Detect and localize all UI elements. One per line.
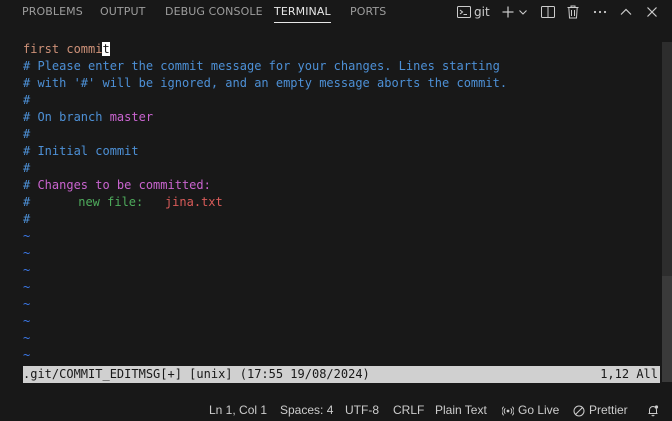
empty-line-tilde: ~ xyxy=(23,246,31,260)
branch-prefix: # On branch xyxy=(23,110,110,124)
scrollbar-track xyxy=(662,42,672,276)
terminal-selector[interactable]: git xyxy=(456,2,494,22)
empty-line-tilde: ~ xyxy=(23,263,31,277)
tab-output[interactable]: OUTPUT xyxy=(100,0,145,24)
new-file-name: jina.txt xyxy=(164,195,223,209)
comment-line: # xyxy=(23,127,31,141)
new-file-indent: # xyxy=(23,195,31,209)
status-encoding[interactable]: UTF-8 xyxy=(345,400,379,421)
split-terminal-button[interactable] xyxy=(538,2,558,22)
broadcast-icon xyxy=(502,405,514,417)
scrollbar-thumb[interactable] xyxy=(662,276,672,382)
ellipsis-icon xyxy=(592,4,608,20)
empty-line-tilde: ~ xyxy=(23,314,31,328)
trash-icon xyxy=(565,4,581,20)
empty-line-tilde: ~ xyxy=(23,229,31,243)
terminal-icon xyxy=(456,4,472,20)
commit-message-line: first commit xyxy=(23,41,110,58)
terminal-name: git xyxy=(474,5,490,19)
comment-line: # xyxy=(23,212,31,226)
launch-profile-button[interactable] xyxy=(516,2,530,22)
bell-icon xyxy=(647,404,659,417)
comment-line: # Initial commit xyxy=(23,144,139,158)
chevron-down-icon xyxy=(518,7,528,17)
changes-line: # Changes to be committed: xyxy=(23,177,211,194)
comment-line: # xyxy=(23,161,31,175)
terminal-viewport[interactable]: first commit # Please enter the commit m… xyxy=(0,24,672,388)
commit-message-text: first commi xyxy=(23,42,103,56)
vim-file-info: .git/COMMIT_EDITMSG[+] [unix] (17:55 19/… xyxy=(23,367,370,381)
empty-line-tilde: ~ xyxy=(23,348,31,362)
empty-line-tilde: ~ xyxy=(23,297,31,311)
prettier-check-icon xyxy=(573,405,585,417)
comment-line: # with '#' will be ignored, and an empty… xyxy=(23,76,508,90)
changes-hash: # xyxy=(23,178,38,192)
vim-status-line: .git/COMMIT_EDITMSG[+] [unix] (17:55 19/… xyxy=(23,366,660,383)
tab-terminal[interactable]: TERMINAL xyxy=(274,0,331,24)
maximize-panel-button[interactable] xyxy=(616,2,636,22)
new-file-gap xyxy=(143,195,165,209)
close-panel-button[interactable] xyxy=(642,2,662,22)
status-language[interactable]: Plain Text xyxy=(435,400,487,421)
go-live-label: Go Live xyxy=(518,403,560,417)
panel-header: PROBLEMS OUTPUT DEBUG CONSOLE TERMINAL P… xyxy=(0,0,672,24)
kill-terminal-button[interactable] xyxy=(563,2,583,22)
comment-line: # xyxy=(23,93,31,107)
plus-icon xyxy=(501,5,515,19)
tab-debug-console[interactable]: DEBUG CONSOLE xyxy=(165,0,263,24)
split-icon xyxy=(540,4,556,20)
tab-problems[interactable]: PROBLEMS xyxy=(22,0,83,24)
prettier-label: Prettier xyxy=(589,403,628,417)
status-bar: Ln 1, Col 1 Spaces: 4 UTF-8 CRLF Plain T… xyxy=(0,400,672,421)
text-cursor: t xyxy=(102,42,110,56)
go-live-button[interactable]: Go Live xyxy=(502,400,559,421)
prettier-button[interactable]: Prettier xyxy=(573,400,628,421)
status-indentation[interactable]: Spaces: 4 xyxy=(280,400,333,421)
status-eol[interactable]: CRLF xyxy=(393,400,424,421)
changes-heading: Changes to be committed: xyxy=(37,178,211,192)
new-terminal-button[interactable] xyxy=(500,2,516,22)
vim-cursor-position: 1,12 All xyxy=(600,367,658,381)
notifications-button[interactable] xyxy=(647,400,659,421)
new-file-line: # new file: jina.txt xyxy=(23,194,223,211)
empty-line-tilde: ~ xyxy=(23,280,31,294)
close-icon xyxy=(645,5,659,19)
chevron-up-icon xyxy=(619,5,633,19)
branch-line: # On branch master xyxy=(23,109,153,126)
empty-line-tilde: ~ xyxy=(23,331,31,345)
new-file-label: new file: xyxy=(78,195,144,209)
more-actions-button[interactable] xyxy=(590,2,610,22)
tab-ports[interactable]: PORTS xyxy=(350,0,386,24)
status-cursor-position[interactable]: Ln 1, Col 1 xyxy=(209,400,267,421)
branch-name: master xyxy=(109,110,154,124)
comment-line: # Please enter the commit message for yo… xyxy=(23,59,500,73)
terminal-scrollbar[interactable] xyxy=(662,42,672,382)
